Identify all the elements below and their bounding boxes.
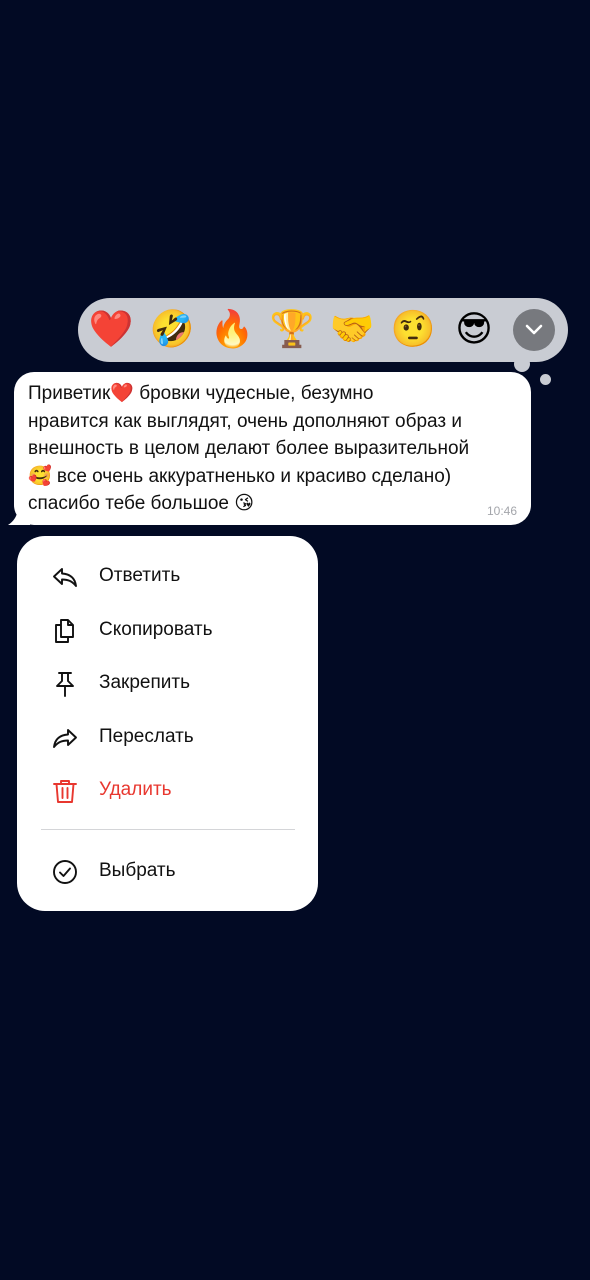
forward-label: Переслать [99,726,194,747]
menu-divider [41,829,295,830]
copy-label: Скопировать [99,619,213,640]
delete-menu-item[interactable]: Удалить [17,765,318,815]
delete-label: Удалить [99,779,172,800]
trophy-reaction[interactable]: 🏆 [268,306,316,354]
forward-icon [53,729,77,748]
copy-menu-item[interactable]: Скопировать [17,605,318,655]
reply-icon [53,568,77,587]
raised-eyebrow-reaction[interactable]: 🤨 [389,306,437,354]
message-text: Приветик❤️ бровки чудесные, безумно нрав… [28,383,470,514]
reply-label: Ответить [99,565,181,586]
sunglasses-reaction[interactable]: 😎 [450,306,498,354]
rolling-on-floor-laughing-reaction[interactable]: 🤣 [148,306,196,354]
reaction-bar-tail [514,356,530,372]
forward-menu-item[interactable]: Переслать [17,712,318,762]
check-circle-icon [53,860,77,884]
context-menu: Ответить Скопировать Закрепить Переслать [17,536,318,911]
reaction-bar: ❤️ 🤣 🔥 🏆 🤝 🤨 😎 [78,298,568,362]
chevron-down-icon [525,324,543,335]
trash-icon [53,780,77,803]
message-timestamp: 10:46 [486,504,517,518]
expand-reactions-button[interactable] [513,309,555,351]
reply-menu-item[interactable]: Ответить [17,551,318,601]
pin-icon [56,672,74,697]
pin-label: Закрепить [99,672,190,693]
fire-reaction[interactable]: 🔥 [208,306,256,354]
handshake-reaction[interactable]: 🤝 [328,306,376,354]
reaction-bar-tail-dot [540,374,551,385]
red-heart-reaction[interactable]: ❤️ [87,306,135,354]
message-bubble[interactable]: Приветик❤️ бровки чудесные, безумно нрав… [14,372,531,525]
select-menu-item[interactable]: Выбрать [17,846,318,896]
copy-icon [55,619,74,643]
select-label: Выбрать [99,860,176,881]
pin-menu-item[interactable]: Закрепить [17,658,318,708]
